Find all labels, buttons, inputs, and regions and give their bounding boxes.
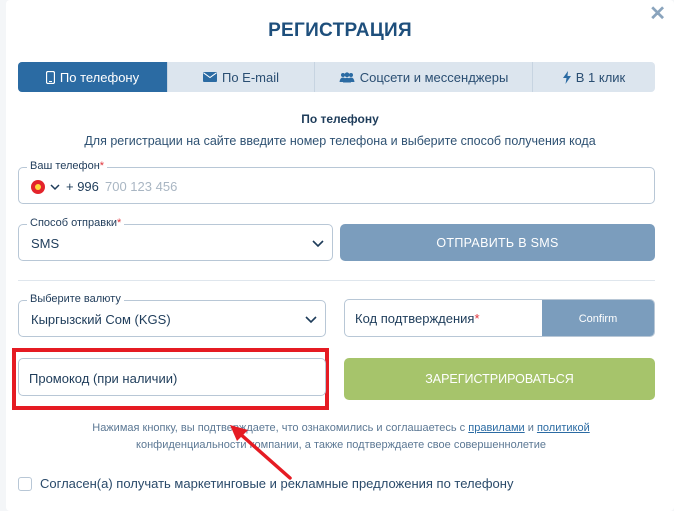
lightning-icon [562, 70, 571, 84]
red-arrow-annotation [230, 425, 292, 480]
send-method-value: SMS [31, 236, 60, 251]
registration-modal: ✕ РЕГИСТРАЦИЯ По телефону По E-mail Соцс… [6, 0, 674, 511]
kyrgyzstan-flag-icon[interactable] [31, 180, 45, 194]
send-method-select[interactable]: Способ отправки* SMS [18, 217, 333, 261]
confirmation-code-field[interactable]: Код подтверждения* Confirm [344, 299, 655, 337]
users-icon [339, 71, 355, 82]
tab-one-click[interactable]: В 1 клик [533, 62, 655, 92]
marketing-consent-checkbox[interactable] [18, 476, 32, 491]
register-button[interactable]: ЗАРЕГИСТРИРОВАТЬСЯ [344, 358, 655, 400]
phone-input[interactable] [105, 176, 405, 196]
chevron-down-icon[interactable] [50, 184, 60, 191]
confirm-button[interactable]: Confirm [542, 300, 654, 336]
currency-select[interactable]: Выберите валюту Кыргызский Сом (KGS) [18, 293, 326, 337]
promo-code-label: Промокод (при наличии) [29, 371, 178, 386]
confirmation-code-label: Код подтверждения* [355, 311, 480, 326]
marketing-consent-label: Согласен(а) получать маркетинговые и рек… [40, 476, 514, 491]
marketing-consent: Согласен(а) получать маркетинговые и рек… [18, 476, 513, 491]
tab-social-messengers[interactable]: Соцсети и мессенджеры [315, 62, 533, 92]
section-title: По телефону [301, 112, 379, 126]
tab-by-phone[interactable]: По телефону [18, 62, 168, 92]
mail-icon [202, 72, 217, 82]
divider [18, 280, 655, 281]
policy-link[interactable]: политикой [537, 422, 590, 434]
tab-label: В 1 клик [575, 69, 626, 85]
phone-label: Ваш телефон* [27, 160, 108, 172]
currency-value: Кыргызский Сом (KGS) [31, 312, 171, 327]
section-description: Для регистрации на сайте введите номер т… [84, 134, 596, 148]
currency-label: Выберите валюту [27, 293, 124, 305]
tab-label: Соцсети и мессенджеры [359, 69, 509, 85]
chevron-down-icon [312, 240, 324, 248]
tab-label: По E-mail [221, 69, 280, 85]
tab-by-email[interactable]: По E-mail [168, 62, 315, 92]
registration-tabs: По телефону По E-mail Соцсети и мессендж… [18, 62, 655, 92]
chevron-down-icon [305, 316, 317, 324]
rules-link[interactable]: правилами [468, 422, 524, 434]
tab-label: По телефону [59, 69, 140, 85]
terms-text: Нажимая кнопку, вы подтверждаете, что оз… [92, 422, 590, 451]
phone-icon [45, 70, 55, 84]
country-code: + 996 [66, 179, 99, 194]
promo-code-field[interactable]: Промокод (при наличии) [18, 358, 326, 396]
send-method-label: Способ отправки* [27, 217, 125, 229]
modal-title: РЕГИСТРАЦИЯ [268, 20, 412, 41]
phone-field[interactable]: Ваш телефон* + 996 [18, 160, 655, 204]
send-sms-button[interactable]: ОТПРАВИТЬ В SMS [340, 224, 655, 261]
